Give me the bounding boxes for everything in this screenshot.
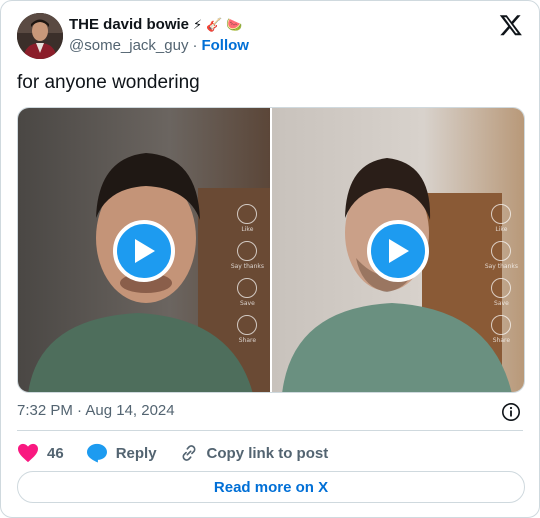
post-timestamp[interactable]: 7:32 PM · Aug 14, 2024	[17, 402, 175, 419]
share-side-icon	[237, 315, 258, 335]
side-label-save: Save	[494, 300, 509, 307]
share-side-icon	[491, 315, 512, 335]
video-thumbnail-right[interactable]: Like Say thanks Save Share	[272, 108, 524, 392]
side-label-like: Like	[241, 226, 254, 233]
media-grid: Like Say thanks Save Share Like Say than…	[17, 107, 525, 393]
heart-icon	[18, 443, 38, 463]
video-thumbnail-left[interactable]: Like Say thanks Save Share	[18, 108, 270, 392]
separator-dot: ·	[192, 37, 198, 54]
play-button-right[interactable]	[367, 220, 429, 282]
side-label-share: Share	[238, 337, 257, 344]
info-icon[interactable]	[501, 402, 521, 422]
side-label-like: Like	[495, 226, 508, 233]
side-label-thanks: Say thanks	[484, 263, 518, 270]
thanks-side-icon	[491, 241, 512, 261]
follow-button[interactable]: Follow	[201, 37, 249, 54]
watermelon-emoji: 🍉	[226, 17, 243, 32]
save-side-icon	[237, 278, 258, 298]
like-count: 46	[47, 444, 64, 462]
reply-label: Reply	[115, 444, 157, 462]
reply-bubble-icon	[86, 443, 107, 463]
divider	[17, 430, 523, 431]
play-button-left[interactable]	[113, 220, 175, 282]
play-icon	[389, 239, 409, 263]
side-label-save: Save	[240, 300, 255, 307]
like-side-icon	[491, 204, 512, 224]
lightning-emoji: ⚡	[193, 17, 203, 32]
author-handle-row: @some_jack_guy · Follow	[69, 37, 249, 54]
post-text: for anyone wondering	[17, 72, 200, 93]
embedded-post-card: THE david bowie ⚡ 🎸 🍉 @some_jack_guy · F…	[0, 0, 540, 518]
copy-link-button[interactable]: Copy link to post	[179, 443, 329, 463]
reply-button[interactable]: Reply	[86, 443, 157, 463]
like-side-icon	[237, 204, 258, 224]
profile-avatar-image	[17, 13, 63, 59]
like-button[interactable]: 46	[17, 443, 64, 463]
thanks-side-icon	[237, 241, 258, 261]
x-logo-icon[interactable]	[499, 13, 523, 37]
author-avatar[interactable]	[17, 13, 63, 59]
side-actions-left: Like Say thanks Save Share	[231, 204, 264, 344]
side-label-thanks: Say thanks	[230, 263, 264, 270]
play-icon	[135, 239, 155, 263]
guitar-emoji: 🎸	[206, 17, 223, 32]
save-side-icon	[491, 278, 512, 298]
author-display-name[interactable]: THE david bowie	[69, 16, 189, 33]
read-more-button[interactable]: Read more on X	[17, 471, 525, 503]
author-handle[interactable]: @some_jack_guy	[69, 37, 188, 54]
side-label-share: Share	[492, 337, 511, 344]
author-name-row: THE david bowie ⚡ 🎸 🍉	[69, 16, 243, 33]
action-bar: 46 Reply Copy link to post	[17, 442, 350, 464]
copy-link-label: Copy link to post	[206, 444, 329, 462]
link-icon	[182, 445, 195, 461]
side-actions-right: Like Say thanks Save Share	[485, 204, 518, 344]
